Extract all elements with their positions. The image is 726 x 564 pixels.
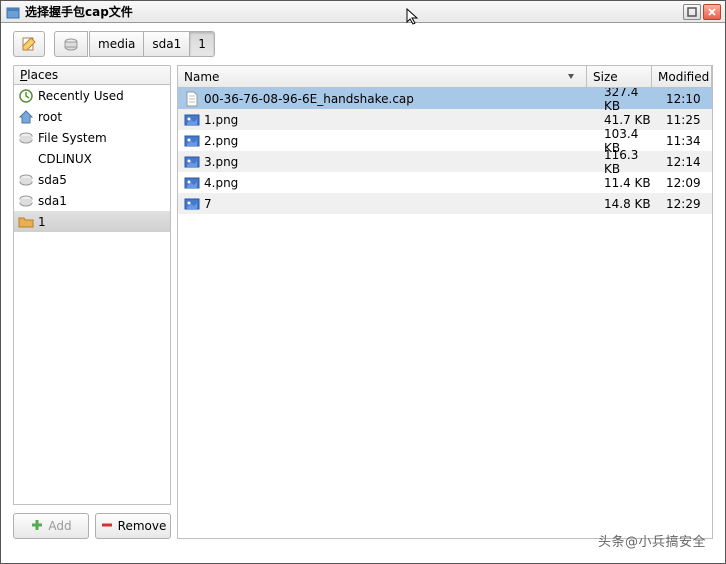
file-list-area: Name Size Modified 00-36-76-08-96-6E_han… <box>177 65 713 539</box>
file-row[interactable]: 00-36-76-08-96-6E_handshake.cap327.4 KB1… <box>178 88 712 109</box>
file-chooser-window: 选择握手包cap文件 mediasda11 Places Recently Us… <box>0 0 726 564</box>
file-name: 2.png <box>204 134 238 148</box>
place-item-file-system[interactable]: File System <box>14 127 170 148</box>
place-item-sda1[interactable]: sda1 <box>14 190 170 211</box>
image-icon <box>184 133 200 149</box>
minus-icon <box>100 518 114 535</box>
breadcrumb-root-button[interactable] <box>54 31 88 57</box>
file-size: 41.7 KB <box>598 113 660 127</box>
image-icon <box>184 154 200 170</box>
place-label: CDLINUX <box>38 152 92 166</box>
breadcrumb-segment-1[interactable]: 1 <box>189 31 215 57</box>
place-label: File System <box>38 131 107 145</box>
titlebar: 选择握手包cap文件 <box>1 1 725 23</box>
sort-descending-icon <box>566 70 576 84</box>
drive-icon <box>18 172 34 188</box>
file-modified: 11:34 <box>660 134 712 148</box>
file-size: 11.4 KB <box>598 176 660 190</box>
file-modified: 12:14 <box>660 155 712 169</box>
window-icon <box>5 5 19 19</box>
add-bookmark-button[interactable]: Add <box>13 513 89 539</box>
file-size: 116.3 KB <box>598 148 660 176</box>
edit-path-button[interactable] <box>13 31 45 57</box>
folder-icon <box>18 214 34 230</box>
place-item-sda5[interactable]: sda5 <box>14 169 170 190</box>
home-icon <box>18 109 34 125</box>
drive-icon <box>18 130 34 146</box>
file-row[interactable]: 7 14.8 KB12:29 <box>178 193 712 214</box>
file-name: 1.png <box>204 113 238 127</box>
drive-icon <box>18 193 34 209</box>
file-modified: 12:10 <box>660 92 712 106</box>
toolbar: mediasda11 <box>1 23 725 65</box>
image-icon <box>184 196 200 212</box>
places-list: Recently Used root File System CDLINUX sda5 s… <box>13 85 171 505</box>
file-name: 7 <box>204 197 212 211</box>
file-name: 4.png <box>204 176 238 190</box>
place-label: root <box>38 110 62 124</box>
file-icon <box>184 91 200 107</box>
breadcrumb-segment-sda1[interactable]: sda1 <box>143 31 190 57</box>
plus-icon <box>30 518 44 535</box>
place-item-1[interactable]: 1 <box>14 211 170 232</box>
column-modified[interactable]: Modified <box>652 66 712 87</box>
close-button[interactable] <box>703 4 721 20</box>
column-name[interactable]: Name <box>178 66 587 87</box>
place-label: Recently Used <box>38 89 124 103</box>
file-size: 14.8 KB <box>598 197 660 211</box>
place-label: sda1 <box>38 194 67 208</box>
file-list-body[interactable]: 00-36-76-08-96-6E_handshake.cap327.4 KB1… <box>178 88 712 538</box>
file-modified: 11:25 <box>660 113 712 127</box>
image-icon <box>184 112 200 128</box>
file-name: 00-36-76-08-96-6E_handshake.cap <box>204 92 414 106</box>
places-header[interactable]: Places <box>13 65 171 85</box>
window-title: 选择握手包cap文件 <box>25 3 683 20</box>
file-modified: 12:29 <box>660 197 712 211</box>
image-icon <box>184 175 200 191</box>
dialog-button-bar <box>1 547 725 563</box>
place-label: sda5 <box>38 173 67 187</box>
remove-bookmark-button[interactable]: Remove <box>95 513 171 539</box>
place-label: 1 <box>38 215 46 229</box>
file-list-header: Name Size Modified <box>178 66 712 88</box>
file-modified: 12:09 <box>660 176 712 190</box>
recent-icon <box>18 88 34 104</box>
file-name: 3.png <box>204 155 238 169</box>
place-item-recently-used[interactable]: Recently Used <box>14 85 170 106</box>
places-sidebar: Places Recently Used root File System CDLIN… <box>13 65 171 539</box>
maximize-button[interactable] <box>683 4 701 20</box>
column-size[interactable]: Size <box>587 66 652 87</box>
breadcrumb-segment-media[interactable]: media <box>89 31 144 57</box>
blank-icon <box>18 151 34 167</box>
file-row[interactable]: 4.png 11.4 KB12:09 <box>178 172 712 193</box>
file-size: 327.4 KB <box>598 88 660 113</box>
file-row[interactable]: 3.png116.3 KB12:14 <box>178 151 712 172</box>
place-item-cdlinux[interactable]: CDLINUX <box>14 148 170 169</box>
place-item-root[interactable]: root <box>14 106 170 127</box>
